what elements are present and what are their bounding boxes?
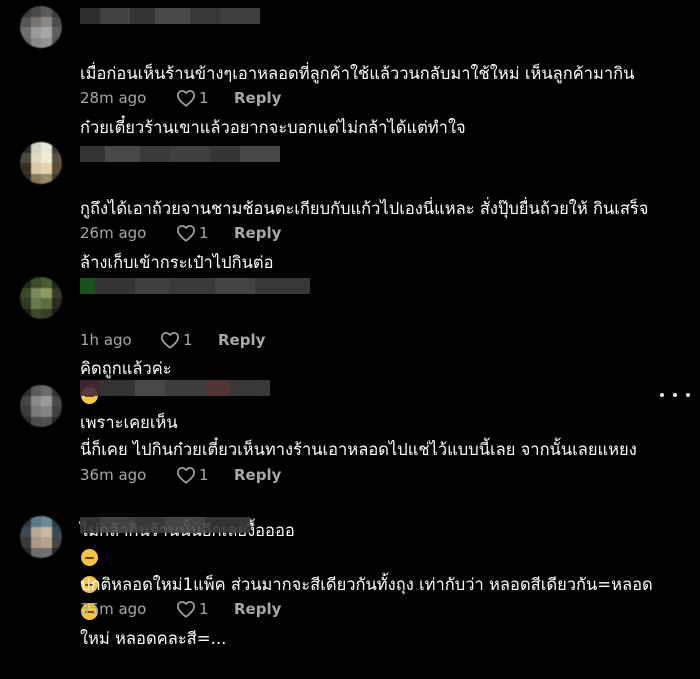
timestamp: 26m ago (80, 224, 147, 242)
like-button[interactable]: 1 (176, 600, 234, 618)
username-blurred[interactable] (80, 517, 250, 533)
like-count: 1 (199, 466, 209, 484)
reply-button[interactable]: Reply (234, 89, 281, 107)
heart-outline-icon (176, 225, 196, 242)
reply-button[interactable]: Reply (234, 600, 281, 618)
comment-text-line: เมื่อก่อนเห็นร้านข้างๆเอาหลอดที่ลูกค้าใช… (80, 64, 635, 83)
comment-text-line: ล้างเก็บเข้ากระเป๋าไปกินต่อ (80, 253, 274, 272)
like-count: 1 (199, 224, 209, 242)
reply-button[interactable]: Reply (218, 331, 265, 349)
timestamp: 1h ago (80, 331, 132, 349)
like-count: 1 (199, 89, 209, 107)
timestamp: 28m ago (80, 89, 147, 107)
timestamp: 35m ago (80, 600, 147, 618)
username-blurred[interactable] (80, 380, 270, 396)
like-button[interactable]: 1 (160, 331, 218, 349)
username-blurred[interactable] (80, 146, 280, 162)
avatar[interactable] (20, 277, 62, 319)
heart-outline-icon (176, 601, 196, 618)
comment-meta: 1h ago 1 Reply (80, 330, 265, 350)
more-options-icon[interactable] (660, 388, 690, 402)
comment-meta: 26m ago 1 Reply (80, 223, 281, 243)
comment-text-line: ใหม่ หลอดคละสี=... (80, 629, 227, 648)
comment-text-segment: คิดถูกแล้วค่ะ (80, 359, 172, 378)
like-button[interactable]: 1 (176, 89, 234, 107)
comment-meta: 35m ago 1 Reply (80, 599, 281, 619)
like-button[interactable]: 1 (176, 466, 234, 484)
reply-button[interactable]: Reply (234, 224, 281, 242)
heart-outline-icon (176, 90, 196, 107)
comment-text-line: กูถึงได้เอาถ้วยจานชามช้อนตะเกียบกับแก้วไ… (80, 199, 649, 218)
comment-text-line: ปกติหลอดใหม่1แพ็ค ส่วนมากจะสีเดียวกันทั้… (80, 575, 653, 594)
heart-outline-icon (160, 332, 180, 349)
heart-outline-icon (176, 467, 196, 484)
avatar[interactable] (20, 516, 62, 558)
like-count: 1 (199, 600, 209, 618)
avatar[interactable] (20, 385, 62, 427)
like-count: 1 (183, 331, 193, 349)
like-button[interactable]: 1 (176, 224, 234, 242)
username-blurred[interactable] (80, 8, 260, 24)
comment-text-line: นี่ก็เคย ไปกินก๋วยเตี๋ยวเห็นทางร้านเอาหล… (80, 440, 637, 459)
comment-text-line: ก๋วยเตี๋ยวร้านเขาแล้วอยากจะบอกแต่ไม่กล้า… (80, 118, 466, 137)
avatar[interactable] (20, 142, 62, 184)
comment-meta: 28m ago 1 Reply (80, 88, 281, 108)
avatar[interactable] (20, 6, 62, 48)
timestamp: 36m ago (80, 466, 147, 484)
username-blurred[interactable] (80, 278, 310, 294)
reply-button[interactable]: Reply (234, 466, 281, 484)
comment-meta: 36m ago 1 Reply (80, 465, 281, 485)
